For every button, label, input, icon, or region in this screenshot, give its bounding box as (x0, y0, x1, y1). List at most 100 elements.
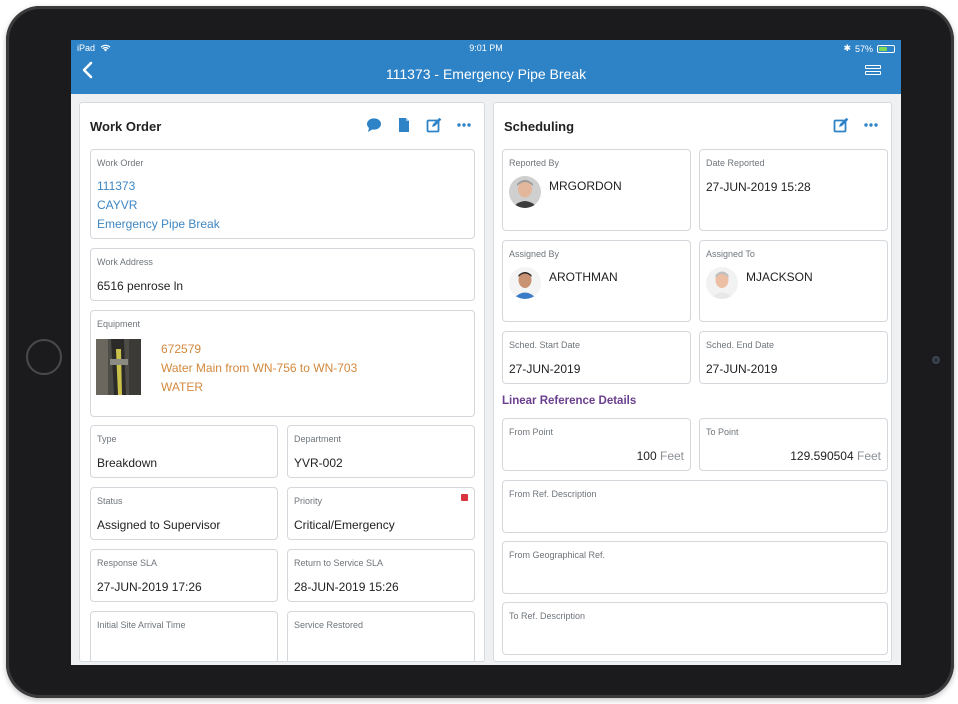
panel-title: Scheduling (504, 119, 575, 134)
response-sla-value: 27-JUN-2019 17:26 (97, 580, 202, 594)
work-order-code[interactable]: CAYVR (97, 196, 220, 215)
person-avatar-icon (706, 267, 738, 299)
from-point-card[interactable]: From Point 100 Feet (502, 418, 691, 471)
field-label: From Geographical Ref. (509, 550, 606, 560)
service-restored-card[interactable]: Service Restored (287, 611, 475, 661)
return-sla-value: 28-JUN-2019 15:26 (294, 580, 399, 594)
type-card[interactable]: Type Breakdown (90, 425, 278, 478)
work-address-card[interactable]: Work Address 6516 penrose ln (90, 248, 475, 301)
linear-reference-title: Linear Reference Details (502, 395, 637, 407)
bluetooth-icon: ✱ (843, 43, 851, 53)
sched-end-card[interactable]: Sched. End Date 27-JUN-2019 (699, 331, 888, 384)
field-label: Status (97, 496, 123, 506)
scheduling-panel: Scheduling Reported By MRGORDON Date Rep… (493, 102, 892, 662)
field-label: Assigned To (706, 249, 755, 259)
priority-value: Critical/Emergency (294, 518, 395, 532)
assigned-by-card[interactable]: Assigned By AROTHMAN (502, 240, 691, 322)
home-button[interactable] (26, 339, 62, 375)
sched-end-value: 27-JUN-2019 (706, 362, 778, 376)
to-ref-description-card[interactable]: To Ref. Description (502, 602, 888, 655)
status-time: 9:01 PM (469, 43, 503, 53)
from-point-measure: 100 Feet (637, 449, 684, 463)
sched-start-value: 27-JUN-2019 (509, 362, 581, 376)
from-ref-description-card[interactable]: From Ref. Description (502, 480, 888, 533)
work-order-panel: Work Order Work Order 111373 CAYVR Emerg… (79, 102, 485, 662)
camera-lens (932, 356, 940, 364)
from-point-unit: Feet (659, 449, 684, 463)
avatar (509, 176, 541, 208)
equipment-type[interactable]: WATER (161, 378, 357, 397)
priority-card[interactable]: Priority Critical/Emergency (287, 487, 475, 540)
person-avatar-icon (509, 267, 541, 299)
battery-percent: 57% (854, 43, 873, 54)
type-value: Breakdown (97, 456, 158, 470)
field-label: Service Restored (294, 620, 364, 630)
panel-actions (366, 117, 472, 133)
panel-actions (833, 117, 879, 133)
field-label: Type (97, 434, 117, 444)
field-label: Date Reported (706, 158, 765, 168)
to-point-measure: 129.590504 Feet (790, 449, 881, 463)
field-label: From Point (509, 427, 554, 437)
field-label: Initial Site Arrival Time (97, 620, 186, 630)
response-sla-card[interactable]: Response SLA 27-JUN-2019 17:26 (90, 549, 278, 602)
pipe-trench-image (96, 339, 141, 395)
equipment-photo[interactable] (96, 339, 141, 395)
battery-icon (877, 44, 895, 53)
work-order-number[interactable]: 111373 (97, 177, 220, 196)
date-reported-card[interactable]: Date Reported 27-JUN-2019 15:28 (699, 149, 888, 231)
person-avatar-icon (509, 176, 541, 208)
field-label: From Ref. Description (509, 489, 597, 499)
work-order-name[interactable]: Emergency Pipe Break (97, 215, 220, 234)
status-value: Assigned to Supervisor (97, 518, 221, 532)
field-label: Equipment (97, 319, 141, 329)
panel-header: Work Order (80, 103, 484, 147)
edit-icon[interactable] (426, 117, 442, 133)
work-order-card[interactable]: Work Order 111373 CAYVR Emergency Pipe B… (90, 149, 475, 239)
field-label: Priority (294, 496, 323, 506)
assigned-to-value: MJACKSON (746, 270, 813, 284)
work-address-value: 6516 penrose ln (97, 279, 184, 293)
field-label: Sched. End Date (706, 340, 775, 350)
field-label: Work Order (97, 158, 144, 168)
assigned-by-value: AROTHMAN (549, 270, 618, 284)
comment-icon[interactable] (366, 117, 382, 133)
from-geographical-ref-card[interactable]: From Geographical Ref. (502, 541, 888, 594)
equipment-card[interactable]: Equipment 672579 Water Main from WN-756 … (90, 310, 475, 417)
edit-icon[interactable] (833, 117, 849, 133)
initial-arrival-card[interactable]: Initial Site Arrival Time (90, 611, 278, 661)
app-screen: iPad 9:01 PM ✱ 57% 111373 - Emergency Pi… (71, 40, 901, 665)
field-label: Return to Service SLA (294, 558, 384, 568)
to-point-unit: Feet (856, 449, 881, 463)
status-right: ✱ 57% (843, 43, 895, 54)
to-point-card[interactable]: To Point 129.590504 Feet (699, 418, 888, 471)
field-label: Department (294, 434, 342, 444)
field-label: To Point (706, 427, 739, 437)
reported-by-value: MRGORDON (549, 179, 622, 193)
department-card[interactable]: Department YVR-002 (287, 425, 475, 478)
battery-fill (879, 46, 887, 51)
equipment-description[interactable]: Water Main from WN-756 to WN-703 (161, 359, 357, 378)
avatar (509, 267, 541, 299)
field-label: To Ref. Description (509, 611, 586, 621)
navigation-bar: iPad 9:01 PM ✱ 57% 111373 - Emergency Pi… (71, 40, 901, 94)
equipment-id[interactable]: 672579 (161, 340, 357, 359)
more-icon[interactable] (456, 117, 472, 133)
avatar (706, 267, 738, 299)
status-card[interactable]: Status Assigned to Supervisor (90, 487, 278, 540)
field-label: Sched. Start Date (509, 340, 581, 350)
from-point-value: 100 (636, 449, 657, 463)
sched-start-card[interactable]: Sched. Start Date 27-JUN-2019 (502, 331, 691, 384)
field-label: Assigned By (509, 249, 560, 259)
return-sla-card[interactable]: Return to Service SLA 28-JUN-2019 15:26 (287, 549, 475, 602)
document-icon[interactable] (396, 117, 412, 133)
to-point-value: 129.590504 (790, 449, 854, 463)
page-title: 111373 - Emergency Pipe Break (385, 66, 587, 82)
field-label: Work Address (97, 257, 153, 267)
field-label: Response SLA (97, 558, 158, 568)
reported-by-card[interactable]: Reported By MRGORDON (502, 149, 691, 231)
list-menu-icon[interactable] (865, 65, 881, 81)
department-value: YVR-002 (294, 456, 343, 470)
more-icon[interactable] (863, 117, 879, 133)
assigned-to-card[interactable]: Assigned To MJACKSON (699, 240, 888, 322)
